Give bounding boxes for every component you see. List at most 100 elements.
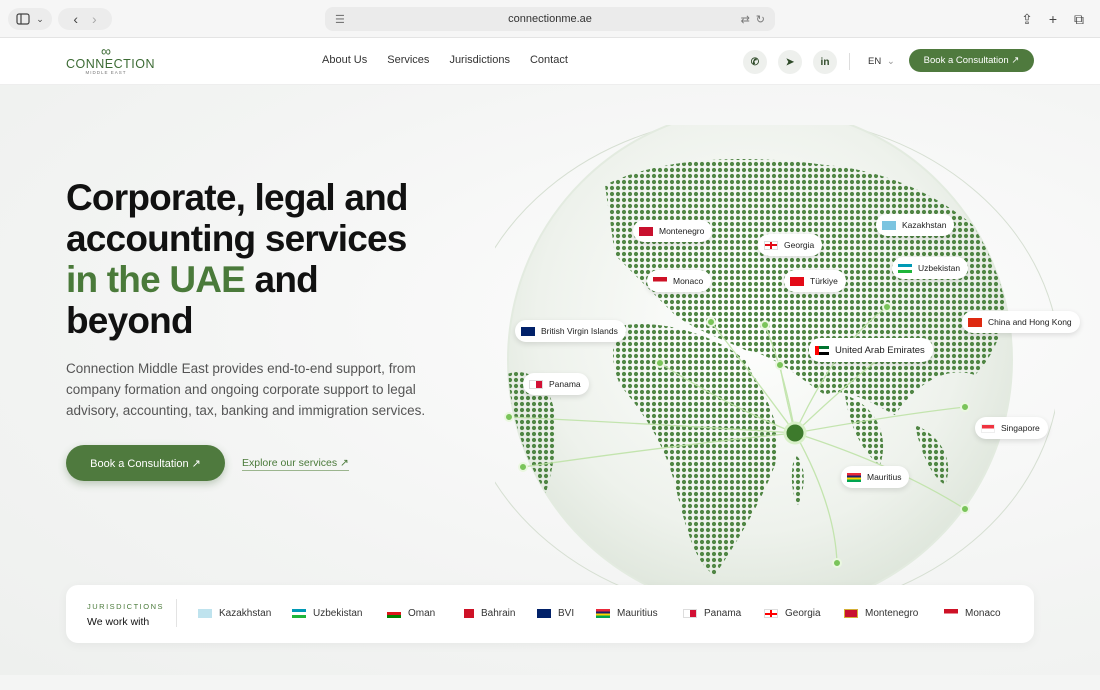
flag-icon — [898, 263, 912, 273]
tabs-icon: ⧉ — [1074, 10, 1084, 27]
sidebar-toggle-button[interactable]: ⌄ — [8, 8, 52, 30]
history-nav: ‹ › — [58, 8, 112, 30]
jurisdiction-item[interactable]: Montenegro — [844, 608, 918, 619]
logo-mark-icon: ∞ — [101, 43, 111, 59]
jurisdiction-label: Georgia — [785, 608, 821, 619]
jurisdiction-item[interactable]: Mauritius — [596, 608, 658, 619]
label-text: British Virgin Islands — [541, 326, 618, 336]
nav-services[interactable]: Services — [387, 54, 429, 66]
jurisdiction-item[interactable]: Kazakhstan — [198, 608, 271, 619]
label-text: Monaco — [673, 276, 704, 286]
chevron-down-icon: ⌄ — [36, 13, 44, 24]
whatsapp-button[interactable]: ✆ — [743, 50, 767, 74]
label-text: Kazakhstan — [902, 220, 947, 230]
globe-label-turkiye: Türkiye — [784, 270, 846, 292]
label-text: Georgia — [784, 240, 815, 250]
jurisdictions-kicker: JURISDICTIONS — [87, 602, 165, 611]
globe-label-panama: Panama — [523, 373, 589, 395]
world-globe-illustration: Montenegro Georgia Kazakhstan Monaco Tür… — [459, 107, 1080, 616]
flag-icon — [968, 317, 982, 327]
jurisdiction-item[interactable]: Monaco — [944, 608, 1001, 619]
nav-divider — [849, 53, 850, 70]
flag-icon — [198, 609, 212, 618]
label-text: China and Hong Kong — [988, 317, 1072, 327]
flag-icon — [844, 609, 858, 618]
jurisdiction-label: Oman — [408, 608, 436, 619]
explore-services-link[interactable]: Explore our services ↗ — [242, 457, 349, 471]
header-book-consultation-button[interactable]: Book a Consultation ↗ — [909, 49, 1034, 72]
main-menu: About Us Services Jurisdictions Contact — [322, 54, 568, 66]
flag-icon — [596, 609, 610, 618]
globe-label-montenegro: Montenegro — [633, 220, 713, 242]
globe-label-british-virgin-islands: British Virgin Islands — [515, 320, 626, 342]
reload-icon[interactable]: ↻ — [756, 13, 765, 26]
back-button[interactable]: ‹ — [73, 11, 78, 27]
nav-jurisdictions[interactable]: Jurisdictions — [449, 54, 510, 66]
new-tab-button[interactable]: + — [1044, 8, 1062, 30]
sidebar-icon — [16, 13, 30, 25]
jurisdiction-label: Mauritius — [617, 608, 658, 619]
jurisdiction-item[interactable]: Bahrain — [460, 608, 515, 619]
chevron-down-icon: ⌄ — [886, 56, 895, 67]
globe-label-uzbekistan: Uzbekistan — [892, 257, 969, 279]
jurisdiction-item[interactable]: Georgia — [764, 608, 821, 619]
jurisdiction-item[interactable]: Panama — [683, 608, 741, 619]
jurisdiction-label: Panama — [704, 608, 742, 619]
jurisdiction-label: Kazakhstan — [219, 608, 272, 619]
logo-name: CONNECTION — [66, 57, 156, 71]
browser-toolbar: ⌄ ‹ › ☰ connectionme.ae ⇄ ↻ ⇪ + ⧉ — [0, 0, 1100, 38]
linkedin-icon: in — [820, 56, 830, 68]
language-value: EN — [868, 56, 882, 67]
label-text: Türkiye — [810, 276, 838, 286]
address-bar[interactable]: ☰ connectionme.ae ⇄ ↻ — [325, 7, 775, 31]
telegram-button[interactable]: ➤ — [778, 50, 802, 74]
reader-icon[interactable]: ☰ — [335, 13, 345, 26]
globe-label-monaco: Monaco — [647, 270, 712, 292]
globe-label-georgia: Georgia — [758, 234, 823, 256]
flag-icon — [790, 276, 804, 286]
flag-icon — [521, 326, 535, 336]
forward-button[interactable]: › — [92, 11, 97, 27]
flag-icon — [944, 609, 958, 618]
whatsapp-icon: ✆ — [750, 56, 760, 68]
flag-icon — [460, 609, 474, 618]
linkedin-button[interactable]: in — [813, 50, 837, 74]
translate-icon[interactable]: ⇄ — [741, 13, 750, 26]
flag-icon — [292, 609, 306, 618]
jurisdictions-strip: JURISDICTIONS We work with Kazakhstan Uz… — [66, 585, 1034, 643]
flag-icon — [387, 609, 401, 618]
flag-icon — [764, 240, 778, 250]
language-selector[interactable]: EN ⌄ — [868, 56, 895, 67]
share-button[interactable]: ⇪ — [1018, 8, 1036, 30]
jurisdiction-label: Monaco — [965, 608, 1001, 619]
globe-label-china-hong-kong: China and Hong Kong — [962, 311, 1080, 333]
headline-accent: in the UAE — [66, 259, 246, 300]
strip-divider — [176, 599, 177, 627]
share-icon: ⇪ — [1021, 10, 1033, 27]
globe-graphic — [459, 107, 1061, 616]
tab-overview-button[interactable]: ⧉ — [1070, 8, 1088, 30]
flag-icon — [764, 609, 778, 618]
plus-icon: + — [1048, 11, 1058, 27]
jurisdiction-item[interactable]: BVI — [537, 608, 574, 619]
flag-icon — [683, 609, 697, 618]
jurisdiction-item[interactable]: Uzbekistan — [292, 608, 362, 619]
headline-part-1: Corporate, legal and accounting services — [66, 177, 409, 259]
hero-headline: Corporate, legal and accounting services… — [66, 177, 446, 341]
nav-about-us[interactable]: About Us — [322, 54, 367, 66]
logo[interactable]: ∞ CONNECTION MIDDLE EAST — [66, 43, 156, 75]
hero-book-consultation-button[interactable]: Book a Consultation ↗ — [66, 445, 225, 481]
flag-icon — [882, 220, 896, 230]
label-text: Uzbekistan — [918, 263, 961, 273]
flag-icon — [639, 226, 653, 236]
flag-icon — [537, 609, 551, 618]
label-text: Singapore — [1001, 423, 1040, 433]
globe-label-uae: United Arab Emirates — [809, 338, 933, 362]
jurisdiction-label: Uzbekistan — [313, 608, 363, 619]
jurisdiction-item[interactable]: Oman — [387, 608, 435, 619]
jurisdiction-label: Montenegro — [865, 608, 919, 619]
jurisdiction-label: Bahrain — [481, 608, 516, 619]
flag-icon — [529, 379, 543, 389]
label-text: Mauritius — [867, 472, 902, 482]
nav-contact[interactable]: Contact — [530, 54, 568, 66]
